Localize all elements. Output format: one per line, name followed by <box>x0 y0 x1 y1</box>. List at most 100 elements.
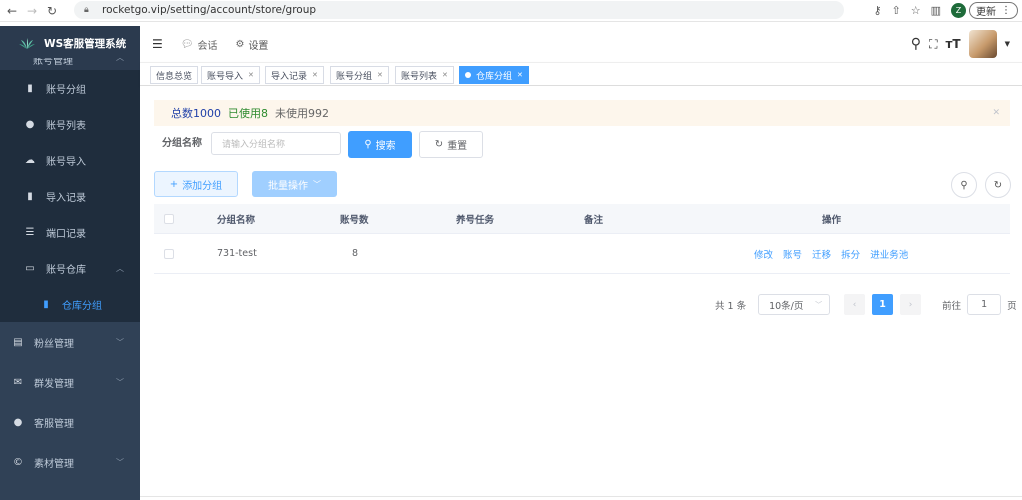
page-size-value: 10条/页 <box>769 300 804 312</box>
tag-account-list[interactable]: 账号列表 ✕ <box>395 66 454 84</box>
sidebar-item-account-import[interactable]: ☁ 账号导入 <box>0 142 140 178</box>
key-icon[interactable]: ⚷ <box>873 4 881 17</box>
reset-button-label: 重置 <box>447 141 468 152</box>
fullscreen-icon[interactable]: ⛶ <box>929 37 937 52</box>
reset-button[interactable]: ↻ 重置 <box>419 131 483 158</box>
migrate-link[interactable]: 迁移 <box>812 250 831 261</box>
header-account-count: 账号数 <box>340 214 369 226</box>
tag-account-group[interactable]: 账号分组 ✕ <box>330 66 389 84</box>
sidebar-item-fans[interactable]: ▤ 粉丝管理 ﹀ <box>0 322 140 362</box>
bar-chart-icon: ▮ <box>27 82 33 94</box>
batch-label: 批量操作 <box>268 180 308 192</box>
page-size-select[interactable]: 10条/页 ﹀ <box>758 294 831 315</box>
accounts-link[interactable]: 账号 <box>783 250 802 261</box>
tag-overview[interactable]: 信息总览 <box>150 66 199 84</box>
add-group-button[interactable]: + 添加分组 <box>154 171 238 197</box>
group-name-label: 分组名称 <box>162 138 202 149</box>
update-button[interactable]: 更新 ⋮ <box>969 2 1018 19</box>
search-button[interactable]: ⚲ 搜索 <box>348 131 412 158</box>
user-icon: ● <box>13 416 23 428</box>
tag-account-import[interactable]: 账号导入 ✕ <box>201 66 260 84</box>
sidebar-item-account-group[interactable]: ▮ 账号分组 <box>0 70 140 106</box>
url-text: rocketgo.vip/setting/account/store/group <box>102 4 317 16</box>
reload-icon[interactable]: ↻ <box>44 3 60 19</box>
chat-icon: 💬︎ <box>180 38 194 50</box>
tab-label: 会话 <box>197 40 218 52</box>
page-number-active[interactable]: 1 <box>872 294 894 315</box>
chevron-down-icon: ﹀ <box>116 337 124 347</box>
cell-group-name: 731-test <box>217 248 257 259</box>
caret-down-icon[interactable]: ▼ <box>1005 40 1010 48</box>
tag-import-records[interactable]: 导入记录 ✕ <box>265 66 324 84</box>
cloud-upload-icon: ☁ <box>25 154 35 166</box>
pagination: 共 1 条 10条/页 ﹀ ‹ 1 › 前往 1 页 <box>715 294 1017 315</box>
hamburger-icon[interactable]: ☰ <box>152 37 163 51</box>
sidebar-item-account-manage[interactable]: 账号管理 ︿ <box>0 58 140 70</box>
refresh-button[interactable]: ↻ <box>985 172 1011 198</box>
address-bar[interactable]: 🔒︎ rocketgo.vip/setting/account/store/gr… <box>74 1 844 19</box>
sidebar-item-port-records[interactable]: ☰ 端口记录 <box>0 214 140 250</box>
sidebar-item-mass-send[interactable]: ✉ 群发管理 ﹀ <box>0 362 140 402</box>
refresh-icon: ↻ <box>434 139 444 150</box>
chevron-down-icon: ﹀ <box>116 377 124 387</box>
close-icon[interactable]: ✕ <box>248 71 254 79</box>
sidebar: WS客服管理系统 账号管理 ︿ ▮ 账号分组 ● 账号列表 ☁ 账号导入 ▮ 导… <box>0 26 140 500</box>
tag-warehouse-group[interactable]: 仓库分组 ✕ <box>459 66 529 84</box>
plus-icon: + <box>169 178 179 190</box>
list-icon: ☰ <box>25 226 35 238</box>
close-icon[interactable]: ✕ <box>992 108 1000 118</box>
batch-operation-button[interactable]: 批量操作 ﹀ <box>252 171 337 197</box>
chevron-up-icon: ︿ <box>116 58 124 63</box>
close-icon[interactable]: ✕ <box>377 71 383 79</box>
back-icon[interactable]: ← <box>4 3 20 19</box>
chevron-down-icon: ﹀ <box>116 457 124 467</box>
sidebar-item-service[interactable]: ● 客服管理 <box>0 402 140 442</box>
chevron-left-icon: ‹ <box>852 299 857 310</box>
user-avatar[interactable] <box>968 30 997 58</box>
close-icon[interactable]: ✕ <box>442 71 448 79</box>
goto-page-input[interactable]: 1 <box>967 294 1002 315</box>
enter-business-pool-link[interactable]: 进业务池 <box>870 250 908 261</box>
header-actions: 操作 <box>822 214 842 226</box>
page-unit-label: 页 <box>1007 300 1017 312</box>
sidebar-item-account-warehouse[interactable]: ▭ 账号仓库 ︿ <box>0 250 140 286</box>
search-icon[interactable]: ⚲ <box>911 36 921 52</box>
star-icon[interactable]: ☆ <box>911 4 921 17</box>
main-content: 总数1000 已使用8 未使用992 ✕ 分组名称 请输入分组名称 ⚲ 搜索 ↻… <box>140 86 1022 500</box>
tab-settings[interactable]: ⚙ 设置 <box>235 37 268 52</box>
sidebar-item-import-records[interactable]: ▮ 导入记录 <box>0 178 140 214</box>
tag-label: 仓库分组 <box>476 71 513 82</box>
toggle-search-button[interactable]: ⚲ <box>951 172 977 198</box>
tab-chat[interactable]: 💬︎ 会话 <box>181 37 218 52</box>
sidebar-item-warehouse-group[interactable]: ▮ 仓库分组 <box>0 286 140 322</box>
tag-label: 账号导入 <box>207 71 244 82</box>
sidebar-item-materials[interactable]: © 素材管理 ﹀ <box>0 442 140 482</box>
share-icon[interactable]: ⇧ <box>892 4 901 17</box>
monitor-icon: ▭ <box>25 262 35 274</box>
sidebar-item-label: 账号仓库 <box>46 264 86 276</box>
prev-page-button[interactable]: ‹ <box>844 294 866 315</box>
sidebar-item-label: 账号导入 <box>46 156 86 168</box>
select-all-checkbox[interactable] <box>164 213 174 224</box>
gear-icon: ⚙ <box>235 38 245 50</box>
split-link[interactable]: 拆分 <box>841 250 860 261</box>
group-name-input[interactable]: 请输入分组名称 <box>211 132 341 155</box>
close-icon[interactable]: ✕ <box>312 71 318 79</box>
edit-link[interactable]: 修改 <box>754 250 773 261</box>
side-panel-icon[interactable]: ▥ <box>931 4 941 17</box>
alert-total: 总数1000 <box>171 107 221 120</box>
header-nurture-task: 养号任务 <box>456 214 495 226</box>
tags-view: 信息总览 账号导入 ✕ 导入记录 ✕ 账号分组 ✕ 账号列表 ✕ 仓库分组 ✕ <box>140 62 1022 86</box>
row-checkbox[interactable] <box>164 248 174 259</box>
forward-icon[interactable]: → <box>24 3 40 19</box>
chevron-down-icon: ﹀ <box>815 300 823 309</box>
font-size-icon[interactable]: тT <box>945 37 960 51</box>
close-icon[interactable]: ✕ <box>517 71 523 79</box>
sidebar-item-label: 粉丝管理 <box>34 338 74 350</box>
sidebar-brand[interactable]: WS客服管理系统 <box>0 26 140 60</box>
cell-account-count: 8 <box>352 248 359 259</box>
next-page-button[interactable]: › <box>900 294 922 315</box>
sidebar-item-account-list[interactable]: ● 账号列表 <box>0 106 140 142</box>
profile-avatar[interactable]: Z <box>951 3 966 18</box>
sidebar-item-label: 客服管理 <box>34 418 74 430</box>
